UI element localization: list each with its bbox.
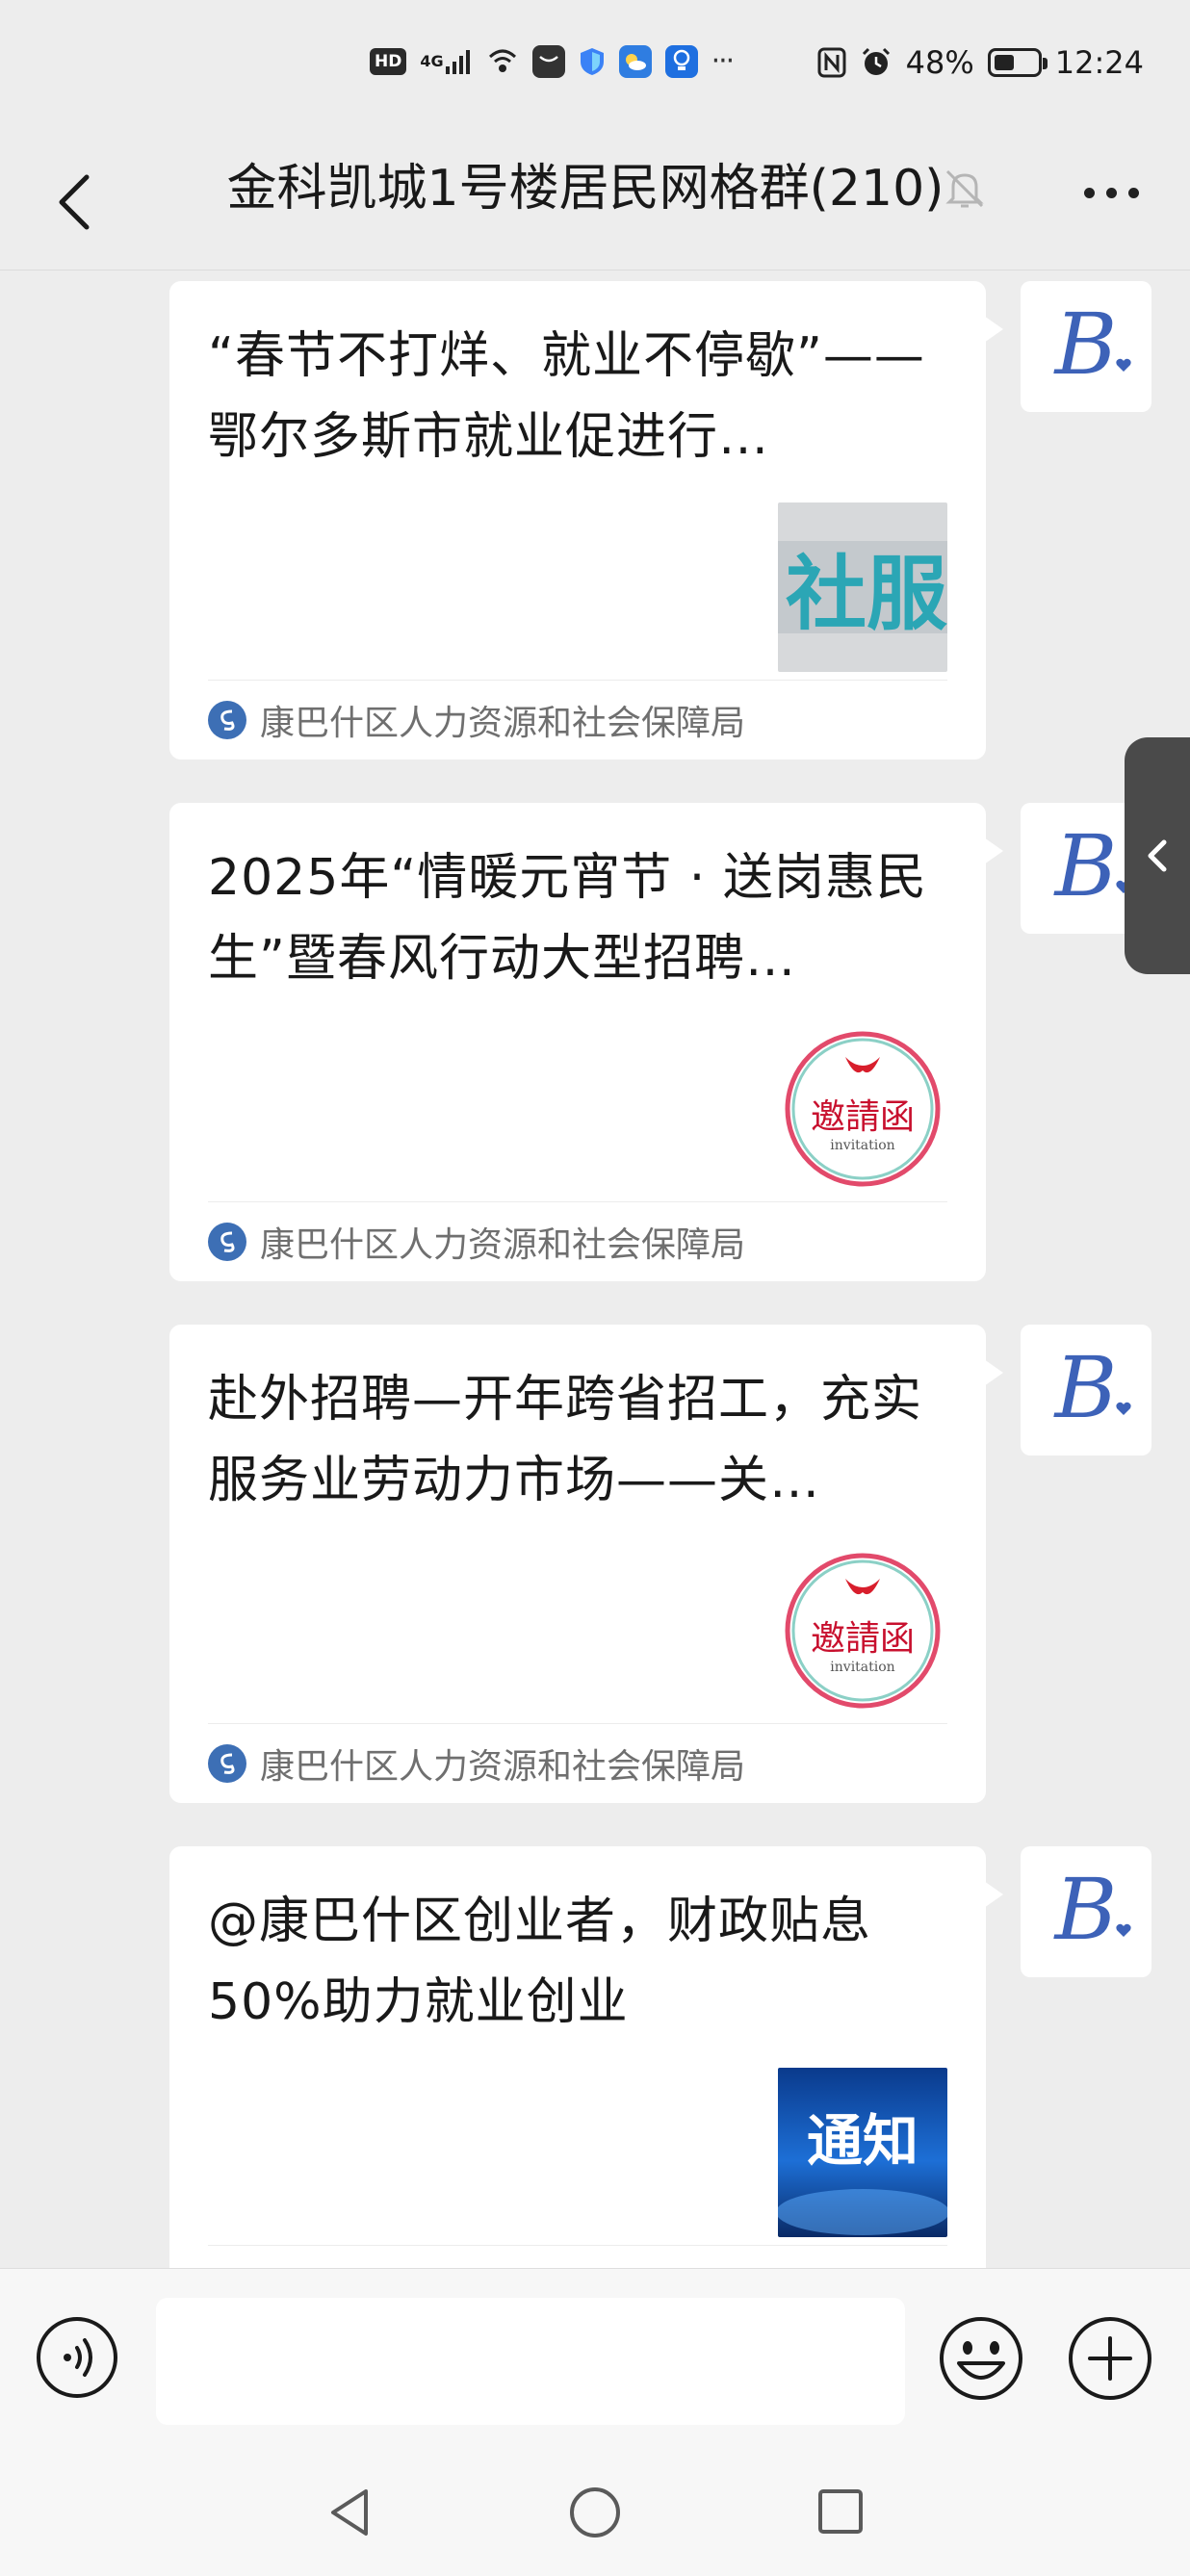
wifi-heart-icon [486,47,519,76]
card-body: 邀請函 invitation [208,1521,947,1723]
official-account-icon [208,1223,246,1261]
official-account-icon [208,701,246,739]
signal-icon: 4G [420,47,472,76]
avatar-letter: B [1054,295,1118,394]
link-card[interactable]: 2025年“情暖元宵节 · 送岗惠民生”暨春风行动大型招聘… 邀請函 invit… [169,803,1003,1281]
battery-fill [994,55,1014,70]
bell-off-icon [942,166,988,212]
triangle-back-icon [331,2489,368,2536]
chat-header: 金科凯城1号楼居民网格群(210) [0,135,1190,270]
status-left-icons: HD 4G ··· [370,44,736,78]
thumb-subtext: invitation [830,1660,894,1675]
smiley-icon [940,2317,1022,2400]
card-title: “春节不打烊、就业不停歇”——鄂尔多斯市就业促进行… [208,327,925,466]
ellipsis-dot [1105,187,1117,198]
link-card[interactable]: “春节不打烊、就业不停歇”——鄂尔多斯市就业促进行… 社服 康巴什区人力资源和社… [169,281,1003,760]
chevron-left-icon [1148,839,1167,872]
battery-icon [987,48,1048,77]
card-title: 赴外招聘—开年跨省招工，充实服务业劳动力市场——关… [208,1371,923,1509]
network-label: 4G [420,51,444,70]
nav-back-button[interactable] [325,2486,374,2539]
source-name: 康巴什区人力资源和社会保障局 [260,704,746,743]
plus-icon [1069,2317,1151,2400]
weather-app-icon [618,44,652,78]
sender-avatar[interactable]: B [1021,1325,1151,1455]
thumb-text: 邀請函 [811,1097,915,1137]
message-input[interactable] [156,2298,905,2425]
card-body: 邀請函 invitation [208,999,947,1201]
hd-icon: HD [370,47,407,75]
clock: 12:24 [1054,44,1144,81]
nav-home-button[interactable] [568,2486,622,2539]
sender-avatar[interactable]: B [1021,281,1151,412]
thumb-text: 邀請函 [811,1619,915,1659]
nav-recent-apps-button[interactable] [816,2487,865,2536]
heart-icon [1116,1402,1131,1415]
lightbulb-app-icon [664,44,698,78]
chat-title: 金科凯城1号楼居民网格群(210) [226,160,944,218]
card-thumbnail: 通知 [778,2068,947,2237]
link-card[interactable]: 赴外招聘—开年跨省招工，充实服务业劳动力市场——关… 邀請函 invitatio… [169,1325,1003,1803]
emoji-button[interactable] [938,2315,1024,2402]
card-body: 社服 [208,477,947,680]
chat-input-bar [0,2268,1190,2442]
card-source: 康巴什区人力资源和社会保障局 [208,680,947,760]
link-card-message[interactable]: 赴外招聘—开年跨省招工，充实服务业劳动力市场——关… 邀請函 invitatio… [169,1325,1003,1803]
ellipsis-dot [1127,187,1139,198]
ellipsis-icon [1083,187,1095,198]
card-source: 康巴什区人力资源和社会保障局 [208,1201,947,1281]
card-thumbnail: 邀請函 invitation [778,1546,947,1715]
card-title: 2025年“情暖元宵节 · 送岗惠民生”暨春风行动大型招聘… [208,849,927,988]
nfc-icon [817,47,846,78]
source-name: 康巴什区人力资源和社会保障局 [260,1225,746,1265]
more-notifications-indicator: ··· [711,44,736,78]
card-thumbnail: 邀請函 invitation [778,1024,947,1194]
avatar-letter: B [1054,816,1118,915]
status-right: 48% 12:24 [817,44,1144,81]
avatar-letter: B [1054,1338,1118,1437]
heart-icon [1116,1923,1131,1937]
status-bar: HD 4G ··· 48% 12:24 [0,0,1190,135]
card-body: 通知 [208,2043,947,2245]
source-name: 康巴什区人力资源和社会保障局 [260,1747,746,1787]
link-card-message[interactable]: @康巴什区创业者，财政贴息50%助力就业创业 通知 [169,1846,1003,2268]
avatar-letter: B [1054,1860,1118,1959]
shield-icon [579,46,606,77]
voice-icon [37,2317,117,2398]
more-functions-button[interactable] [1067,2315,1153,2402]
link-card-message[interactable]: 2025年“情暖元宵节 · 送岗惠民生”暨春风行动大型招聘… 邀請函 invit… [169,803,1003,1281]
heart-icon [1116,358,1131,372]
alarm-icon [860,46,892,79]
square-recents-icon [818,2489,863,2534]
link-card[interactable]: @康巴什区创业者，财政贴息50%助力就业创业 通知 [169,1846,1003,2268]
voice-input-button[interactable] [35,2315,119,2400]
card-source: 康巴什区人力资源和社会保障局 [208,1723,947,1803]
more-options-button[interactable] [1073,164,1150,221]
card-thumbnail: 社服 [778,502,947,672]
battery-percent: 48% [905,44,974,81]
floating-side-tab[interactable] [1125,737,1190,974]
sender-avatar[interactable]: B [1021,1846,1151,1977]
thumb-text: 社服 [786,547,947,641]
chat-message-list[interactable]: “春节不打烊、就业不停歇”——鄂尔多斯市就业促进行… 社服 康巴什区人力资源和社… [0,271,1190,2268]
link-card-message[interactable]: “春节不打烊、就业不停歇”——鄂尔多斯市就业促进行… 社服 康巴什区人力资源和社… [169,281,1003,760]
card-source [208,2245,947,2268]
circle-home-icon [570,2487,620,2537]
thumb-text: 通知 [807,2108,918,2174]
thumb-subtext: invitation [830,1138,894,1153]
official-account-icon [208,1744,246,1783]
card-title: @康巴什区创业者，财政贴息50%助力就业创业 [208,1893,872,2031]
system-navigation-bar [0,2441,1190,2576]
message-app-icon [531,44,565,78]
